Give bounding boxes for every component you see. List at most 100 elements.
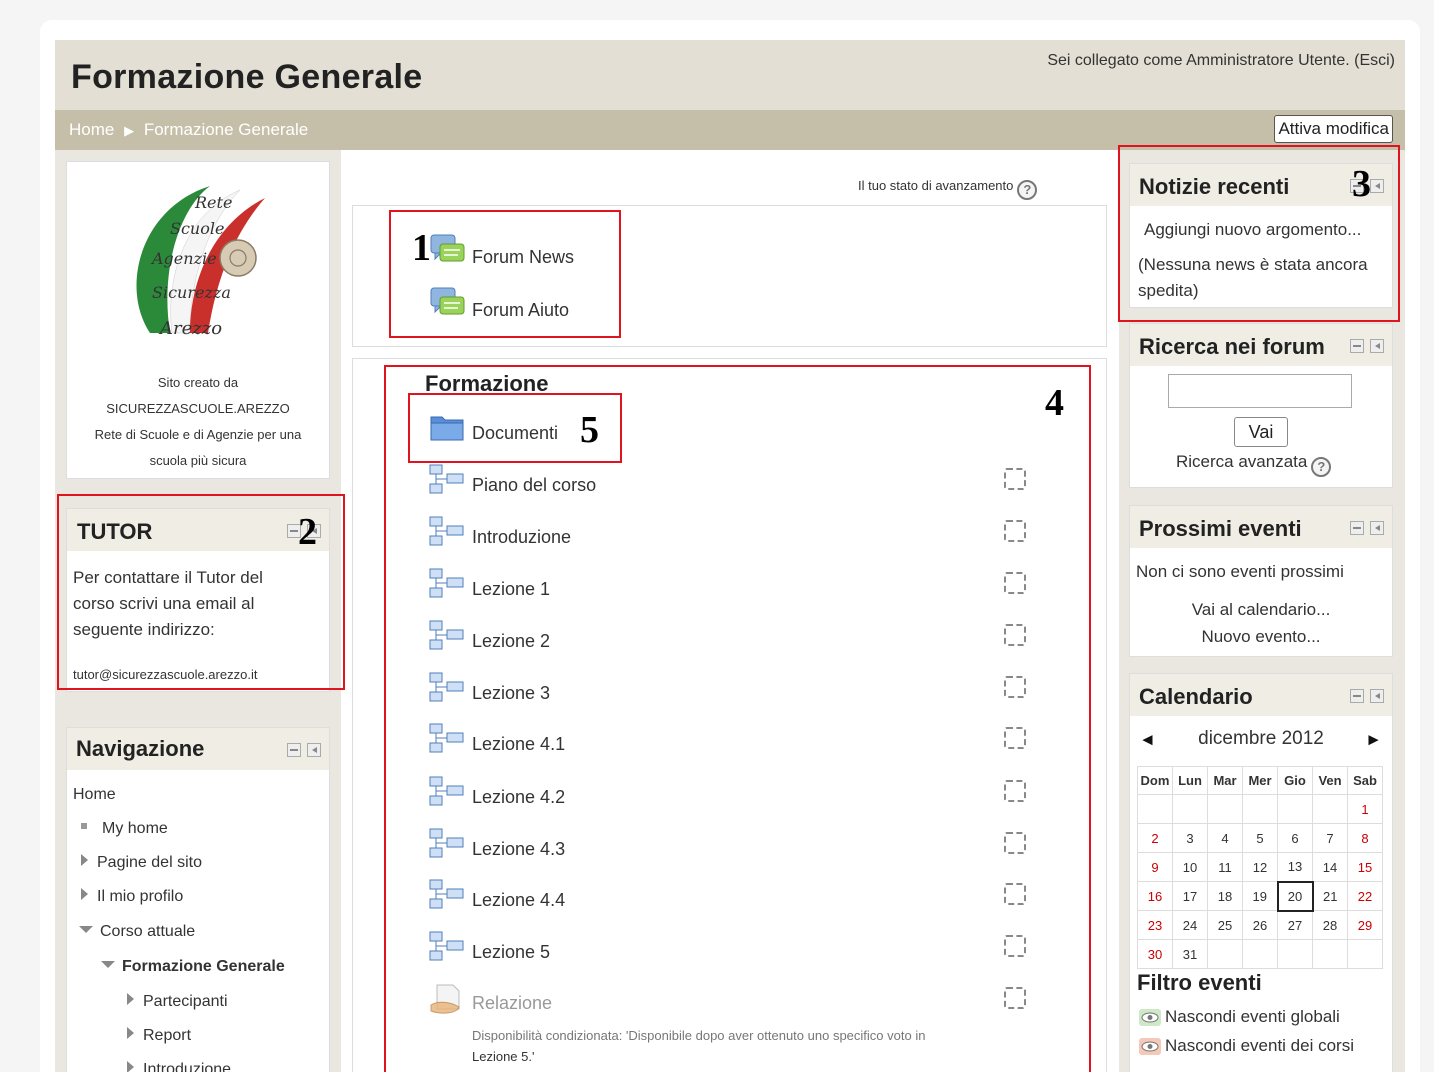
- expand-arrow-icon: [127, 1061, 134, 1072]
- nav-item-my-home[interactable]: My home: [73, 820, 168, 838]
- calendar-day[interactable]: 17: [1172, 881, 1208, 911]
- search-forums-block: Ricerca nei forum Vai Ricerca avanzata?: [1129, 323, 1393, 488]
- calendar-day[interactable]: 27: [1277, 910, 1313, 940]
- calendar-day[interactable]: 22: [1347, 881, 1383, 911]
- calendar-empty-cell: [1312, 939, 1348, 969]
- edit-mode-button[interactable]: Attiva modifica: [1274, 115, 1393, 143]
- nav-item-course[interactable]: Formazione Generale: [101, 958, 285, 976]
- calendar-day[interactable]: 23: [1137, 910, 1173, 940]
- calendar-day[interactable]: 13: [1277, 852, 1313, 882]
- nav-item-current-course[interactable]: Corso attuale: [79, 923, 195, 941]
- expand-arrow-icon: [81, 854, 88, 866]
- advanced-search-link[interactable]: Ricerca avanzata: [1176, 452, 1307, 471]
- calendar-day[interactable]: 8: [1347, 823, 1383, 853]
- collapse-arrow-icon: [79, 926, 93, 933]
- nav-label: Il mio profilo: [97, 888, 184, 905]
- calendar-day[interactable]: 6: [1277, 823, 1313, 853]
- calendar-block: Calendario dicembre 2012 ◄ ► Dom Lun Mar Me…: [1129, 673, 1393, 1072]
- calendar-empty-cell: [1277, 794, 1313, 824]
- calendar-day[interactable]: 2: [1137, 823, 1173, 853]
- dock-icon[interactable]: [1370, 339, 1384, 353]
- nav-item-report[interactable]: Report: [127, 1027, 191, 1045]
- eye-icon: [1139, 1038, 1161, 1055]
- calendar-day[interactable]: 4: [1207, 823, 1243, 853]
- calendar-day[interactable]: 24: [1172, 910, 1208, 940]
- search-block-header: Ricerca nei forum: [1130, 324, 1392, 366]
- nav-label: Introduzione: [143, 1061, 232, 1072]
- calendar-day[interactable]: 9: [1137, 852, 1173, 882]
- calendar-day[interactable]: 16: [1137, 881, 1173, 911]
- nav-label: Report: [143, 1027, 192, 1044]
- breadcrumb-home[interactable]: Home: [69, 120, 114, 139]
- dock-icon[interactable]: [1370, 521, 1384, 535]
- progress-text: Il tuo stato di avanzamento: [858, 178, 1014, 193]
- advanced-search[interactable]: Ricerca avanzata?: [1176, 452, 1332, 477]
- calendar-day[interactable]: 15: [1347, 852, 1383, 882]
- nav-item-home[interactable]: Home: [73, 786, 116, 804]
- nav-item-introduction[interactable]: Introduzione: [127, 1061, 231, 1072]
- calendar-next-icon[interactable]: ►: [1365, 730, 1382, 750]
- calendar-day[interactable]: 12: [1242, 852, 1278, 882]
- navigation-block-header: Navigazione: [67, 728, 329, 770]
- bullet-icon: [81, 823, 87, 829]
- go-to-calendar-link[interactable]: Vai al calendario...: [1130, 600, 1392, 620]
- calendar-day[interactable]: 19: [1242, 881, 1278, 911]
- calendar-day[interactable]: 28: [1312, 910, 1348, 940]
- navbar: Home ▶ Formazione Generale Attiva modifi…: [55, 110, 1405, 150]
- calendar-weekdays: Dom Lun Mar Mer Gio Ven Sab: [1137, 766, 1383, 795]
- calendar-day[interactable]: 14: [1312, 852, 1348, 882]
- hide-course-events-toggle[interactable]: Nascondi eventi dei corsi: [1137, 1036, 1354, 1056]
- calendar-day[interactable]: 3: [1172, 823, 1208, 853]
- calendar-empty-cell: [1137, 794, 1173, 824]
- calendar-prev-icon[interactable]: ◄: [1139, 730, 1156, 750]
- calendar-day[interactable]: 26: [1242, 910, 1278, 940]
- minimize-icon[interactable]: [1350, 689, 1364, 703]
- minimize-icon[interactable]: [1350, 521, 1364, 535]
- calendar-empty-cell: [1242, 794, 1278, 824]
- breadcrumb-current[interactable]: Formazione Generale: [144, 120, 308, 139]
- expand-arrow-icon: [127, 993, 134, 1005]
- weekday-header: Sab: [1347, 766, 1383, 795]
- collapse-arrow-icon: [101, 961, 115, 968]
- logo-word-3: Agenzie: [150, 249, 217, 268]
- dock-icon[interactable]: [307, 743, 321, 757]
- calendar-day[interactable]: 21: [1312, 881, 1348, 911]
- nav-item-participants[interactable]: Partecipanti: [127, 993, 228, 1011]
- calendar-day[interactable]: 1: [1347, 794, 1383, 824]
- search-button[interactable]: Vai: [1234, 417, 1288, 447]
- dock-icon[interactable]: [1370, 689, 1384, 703]
- upcoming-events-block: Prossimi eventi Non ci sono eventi pross…: [1129, 505, 1393, 657]
- calendar-day[interactable]: 10: [1172, 852, 1208, 882]
- calendar-month: dicembre 2012: [1198, 728, 1324, 749]
- minimize-icon[interactable]: [1350, 339, 1364, 353]
- calendar-day[interactable]: 11: [1207, 852, 1243, 882]
- expand-arrow-icon: [127, 1027, 134, 1039]
- weekday-header: Gio: [1277, 766, 1313, 795]
- calendar-day[interactable]: 29: [1347, 910, 1383, 940]
- nav-label: Home: [73, 786, 116, 803]
- help-icon[interactable]: ?: [1311, 457, 1332, 477]
- calendar-empty-cell: [1312, 794, 1348, 824]
- nav-item-my-profile[interactable]: Il mio profilo: [81, 888, 183, 906]
- calendar-empty-cell: [1347, 939, 1383, 969]
- login-info[interactable]: Sei collegato come Amministratore Utente…: [1047, 52, 1395, 70]
- hide-global-events-toggle[interactable]: Nascondi eventi globali: [1137, 1007, 1340, 1027]
- calendar-day[interactable]: 25: [1207, 910, 1243, 940]
- calendar-day[interactable]: 18: [1207, 881, 1243, 911]
- calendar-day[interactable]: 5: [1242, 823, 1278, 853]
- nav-label: Partecipanti: [143, 993, 228, 1010]
- search-title: Ricerca nei forum: [1139, 334, 1325, 359]
- block-controls: [1350, 339, 1384, 353]
- calendar-day[interactable]: 30: [1137, 939, 1173, 969]
- calendar-day[interactable]: 31: [1172, 939, 1208, 969]
- help-icon[interactable]: ?: [1017, 180, 1038, 200]
- block-controls: [1350, 689, 1384, 703]
- calendar-day[interactable]: 7: [1312, 823, 1348, 853]
- logo-word-5: Arezzo: [158, 318, 222, 339]
- calendar-day[interactable]: 20: [1276, 880, 1314, 912]
- nav-item-site-pages[interactable]: Pagine del sito: [81, 854, 202, 872]
- new-event-link[interactable]: Nuovo evento...: [1130, 627, 1392, 647]
- minimize-icon[interactable]: [287, 743, 301, 757]
- weekday-header: Mar: [1207, 766, 1243, 795]
- search-input[interactable]: [1168, 374, 1352, 408]
